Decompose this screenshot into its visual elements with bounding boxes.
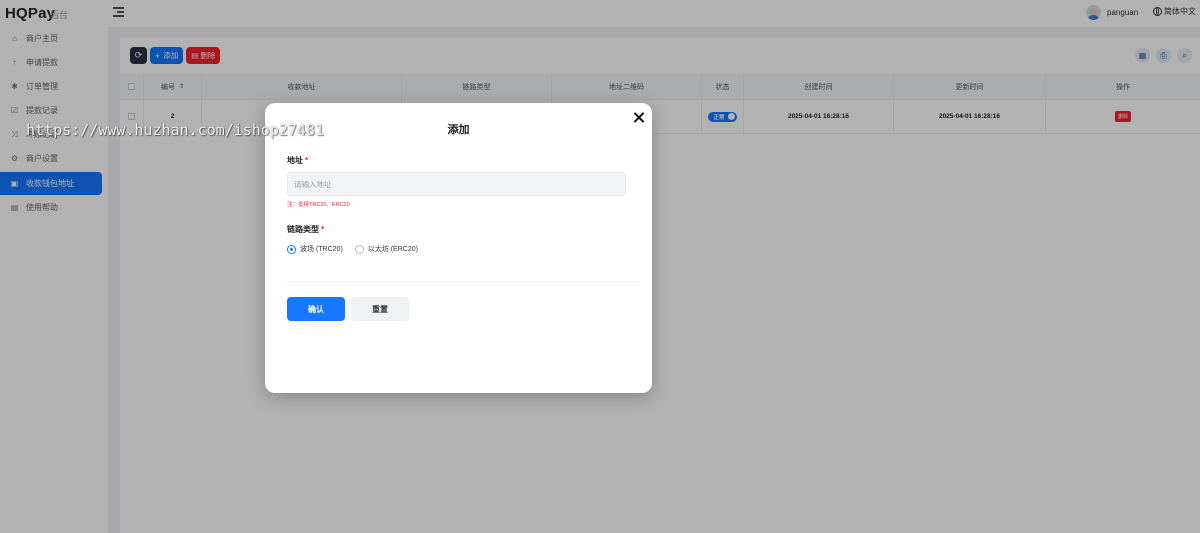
chain-type-label: 链路类型 * [287, 225, 325, 234]
address-hint: 注：支持TRC20、ERC20 [287, 202, 350, 208]
confirm-button[interactable]: 确认 [287, 297, 345, 321]
radio-trc20-label: 波场 (TRC20) [300, 246, 343, 253]
add-address-modal: 添加 地址* 注：支持TRC20、ERC20 链路类型* 波场 (TRC20) … [265, 103, 652, 393]
close-icon[interactable] [633, 112, 644, 123]
radio-erc20-label: 以太坊 (ERC20) [367, 246, 418, 253]
radio-unchecked-icon [354, 244, 364, 254]
address-label: 地址 * [287, 156, 309, 165]
chain-type-radio-group: 波场 (TRC20) 以太坊 (ERC20) [287, 244, 418, 254]
radio-erc20[interactable]: 以太坊 (ERC20) [354, 244, 418, 254]
radio-trc20[interactable]: 波场 (TRC20) [287, 244, 343, 254]
address-input[interactable] [287, 172, 626, 196]
watermark-text: https://www.huzhan.com/ishop27481 [26, 121, 325, 139]
reset-button[interactable]: 重置 [351, 297, 409, 321]
divider [287, 281, 639, 282]
radio-checked-icon [287, 244, 296, 254]
